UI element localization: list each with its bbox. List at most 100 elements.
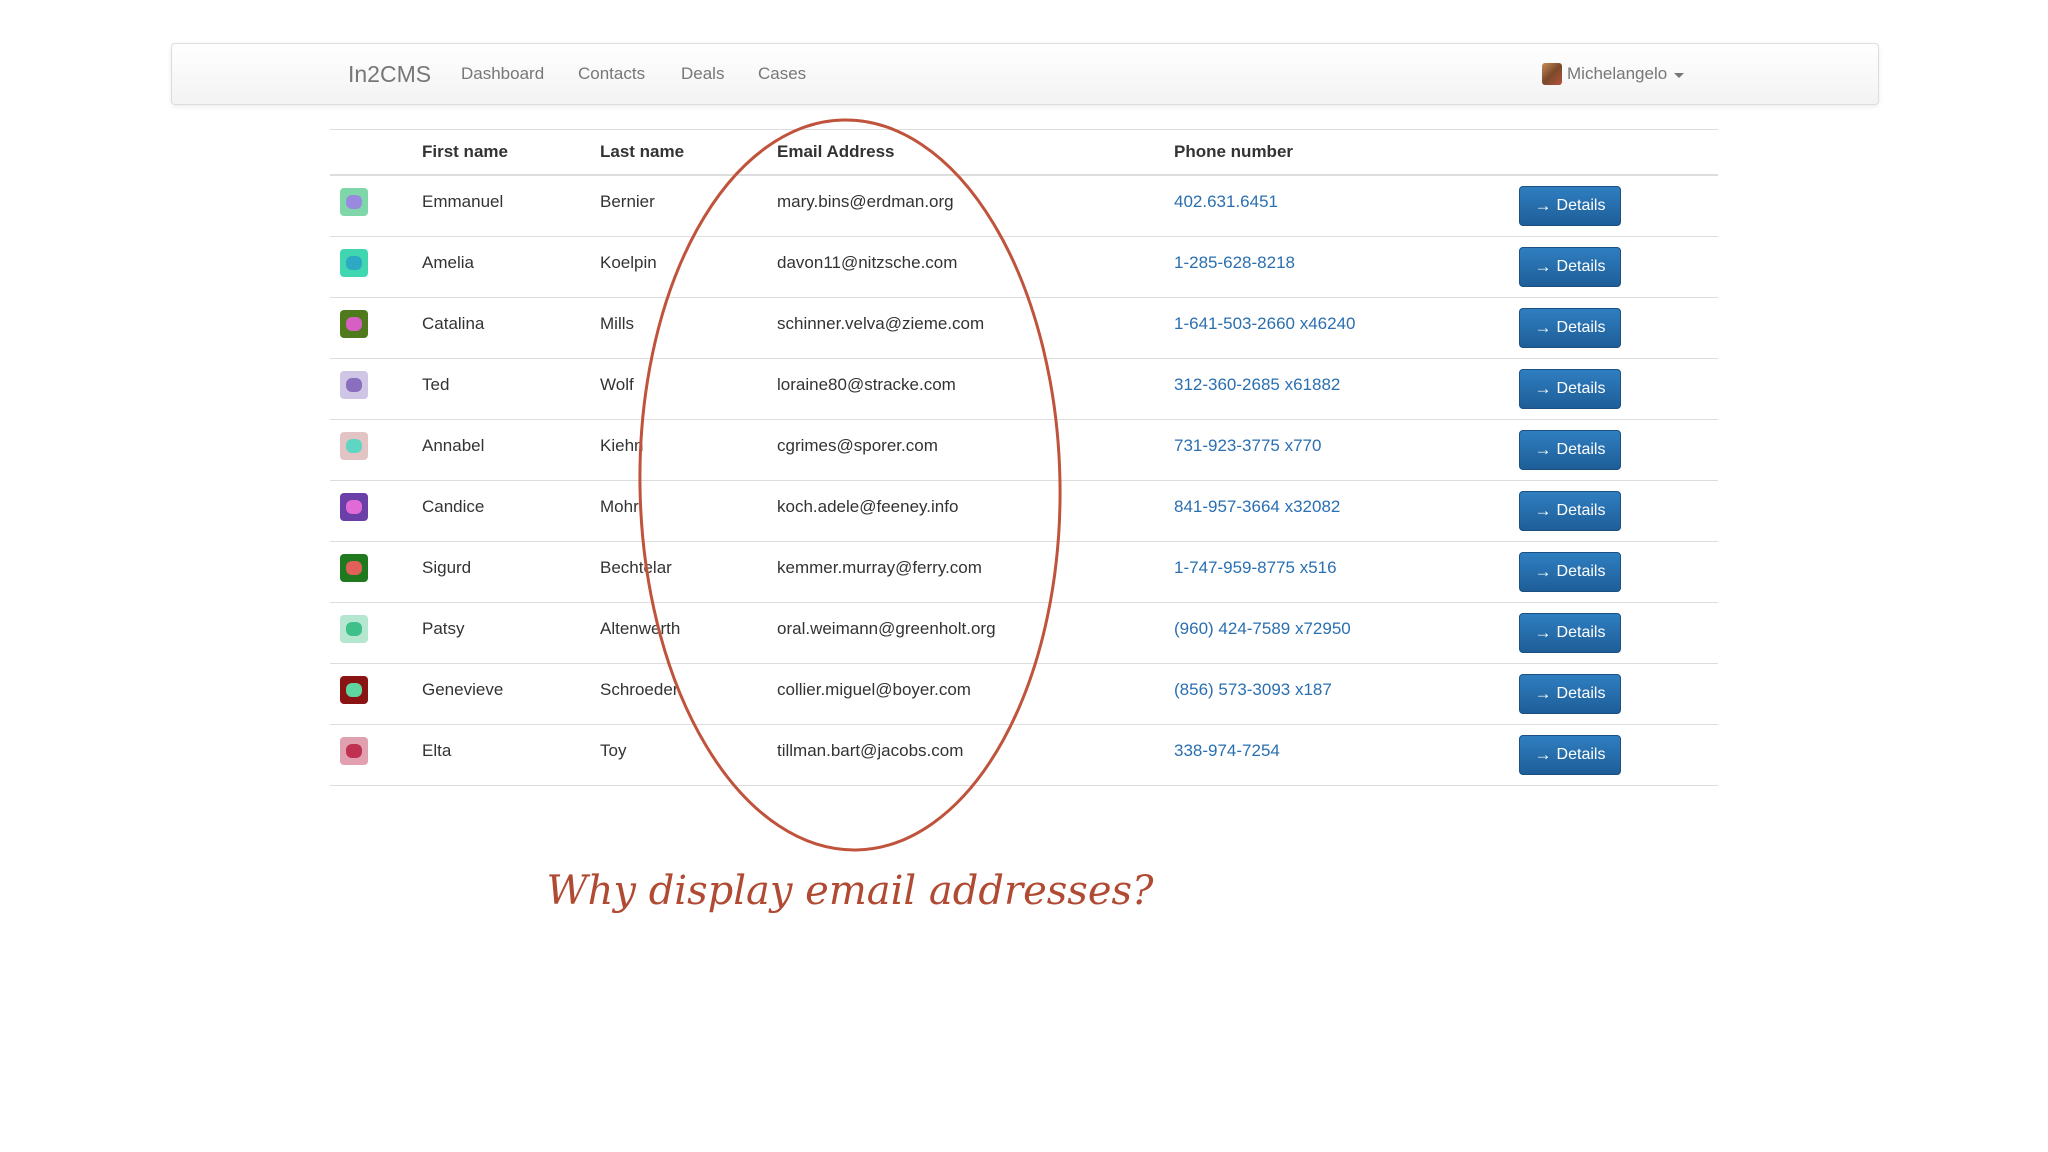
last-name-cell: Mohr <box>600 480 777 542</box>
actions-cell: → Details <box>1519 541 1718 603</box>
details-button[interactable]: → Details <box>1519 308 1621 348</box>
first-name-cell: Elta <box>422 724 600 786</box>
first-name-cell: Ted <box>422 358 600 420</box>
avatar <box>340 615 368 643</box>
nav-deals[interactable]: Deals <box>681 44 724 104</box>
user-menu-dropdown[interactable]: Michelangelo <box>1542 44 1685 104</box>
brand-logo[interactable]: In2CMS <box>348 44 431 104</box>
details-button[interactable]: → Details <box>1519 735 1621 775</box>
arrow-right-icon: → <box>1534 501 1552 520</box>
avatar <box>340 676 368 704</box>
chevron-down-icon <box>1674 72 1685 78</box>
first-name-cell: Catalina <box>422 297 600 359</box>
table-row: Annabel Kiehn cgrimes@sporer.com 731-923-37… <box>330 419 1718 481</box>
phone-link[interactable]: (960) 424-7589 x72950 <box>1174 619 1351 638</box>
email-cell: davon11@nitzsche.com <box>777 236 1174 298</box>
avatar-face-icon <box>346 500 362 514</box>
phone-cell: 731-923-3775 x770 <box>1174 419 1519 481</box>
first-name-cell: Genevieve <box>422 663 600 725</box>
details-button[interactable]: → Details <box>1519 430 1621 470</box>
phone-link[interactable]: 731-923-3775 x770 <box>1174 436 1321 455</box>
actions-cell: → Details <box>1519 419 1718 481</box>
details-button-label: Details <box>1556 685 1606 702</box>
email-cell: schinner.velva@zieme.com <box>777 297 1174 359</box>
details-button[interactable]: → Details <box>1519 491 1621 531</box>
phone-link[interactable]: 312-360-2685 x61882 <box>1174 375 1340 394</box>
table-row: Catalina Mills schinner.velva@zieme.com 1-6… <box>330 297 1718 359</box>
phone-link[interactable]: 402.631.6451 <box>1174 192 1278 211</box>
arrow-right-icon: → <box>1534 745 1552 764</box>
details-button[interactable]: → Details <box>1519 247 1621 287</box>
details-button-label: Details <box>1556 197 1606 214</box>
table-row: Elta Toy tillman.bart@jacobs.com 338-974-72… <box>330 724 1718 786</box>
avatar-face-icon <box>346 317 362 331</box>
details-button[interactable]: → Details <box>1519 186 1621 226</box>
user-avatar <box>1542 63 1562 85</box>
avatar <box>340 737 368 765</box>
details-button[interactable]: → Details <box>1519 369 1621 409</box>
phone-link[interactable]: (856) 573-3093 x187 <box>1174 680 1332 699</box>
avatar <box>340 188 368 216</box>
email-cell: kemmer.murray@ferry.com <box>777 541 1174 603</box>
details-button[interactable]: → Details <box>1519 552 1621 592</box>
arrow-right-icon: → <box>1534 257 1552 276</box>
actions-cell: → Details <box>1519 480 1718 542</box>
nav-cases[interactable]: Cases <box>758 44 806 104</box>
phone-link[interactable]: 1-285-628-8218 <box>1174 253 1295 272</box>
avatar-cell <box>330 419 422 481</box>
arrow-right-icon: → <box>1534 684 1552 703</box>
avatar-face-icon <box>346 439 362 453</box>
avatar-cell <box>330 358 422 420</box>
details-button-label: Details <box>1556 563 1606 580</box>
table-row: Ted Wolf loraine80@stracke.com 312-360-2685… <box>330 358 1718 420</box>
arrow-right-icon: → <box>1534 196 1552 215</box>
details-button-label: Details <box>1556 319 1606 336</box>
nav-dashboard[interactable]: Dashboard <box>461 44 544 104</box>
details-button[interactable]: → Details <box>1519 613 1621 653</box>
details-button-label: Details <box>1556 624 1606 641</box>
last-name-cell: Mills <box>600 297 777 359</box>
header-email: Email Address <box>777 129 1174 176</box>
avatar-cell <box>330 297 422 359</box>
phone-cell: 312-360-2685 x61882 <box>1174 358 1519 420</box>
phone-cell: 1-747-959-8775 x516 <box>1174 541 1519 603</box>
user-name: Michelangelo <box>1567 64 1668 83</box>
avatar-face-icon <box>346 683 362 697</box>
last-name-cell: Altenwerth <box>600 602 777 664</box>
avatar <box>340 249 368 277</box>
actions-cell: → Details <box>1519 236 1718 298</box>
header-first-name: First name <box>422 129 600 176</box>
nav-contacts[interactable]: Contacts <box>578 44 645 104</box>
arrow-right-icon: → <box>1534 440 1552 459</box>
email-cell: cgrimes@sporer.com <box>777 419 1174 481</box>
phone-link[interactable]: 338-974-7254 <box>1174 741 1280 760</box>
phone-link[interactable]: 841-957-3664 x32082 <box>1174 497 1340 516</box>
avatar-face-icon <box>346 622 362 636</box>
annotation-caption-text: Why display email addresses? <box>546 868 1154 914</box>
phone-cell: (856) 573-3093 x187 <box>1174 663 1519 725</box>
phone-cell: 402.631.6451 <box>1174 175 1519 237</box>
actions-cell: → Details <box>1519 663 1718 725</box>
actions-cell: → Details <box>1519 297 1718 359</box>
avatar-cell <box>330 480 422 542</box>
table-row: Sigurd Bechtelar kemmer.murray@ferry.com 1-… <box>330 541 1718 603</box>
actions-cell: → Details <box>1519 175 1718 237</box>
avatar-face-icon <box>346 378 362 392</box>
details-button-label: Details <box>1556 441 1606 458</box>
phone-link[interactable]: 1-747-959-8775 x516 <box>1174 558 1337 577</box>
details-button[interactable]: → Details <box>1519 674 1621 714</box>
details-button-label: Details <box>1556 258 1606 275</box>
phone-link[interactable]: 1-641-503-2660 x46240 <box>1174 314 1355 333</box>
avatar <box>340 493 368 521</box>
table-header-row: First name Last name Email Address Phone… <box>330 129 1718 176</box>
details-button-label: Details <box>1556 746 1606 763</box>
arrow-right-icon: → <box>1534 379 1552 398</box>
last-name-cell: Kiehn <box>600 419 777 481</box>
first-name-cell: Patsy <box>422 602 600 664</box>
last-name-cell: Koelpin <box>600 236 777 298</box>
header-actions <box>1519 129 1718 176</box>
last-name-cell: Bernier <box>600 175 777 237</box>
actions-cell: → Details <box>1519 724 1718 786</box>
email-cell: koch.adele@feeney.info <box>777 480 1174 542</box>
contacts-table: First name Last name Email Address Phone… <box>330 129 1718 786</box>
